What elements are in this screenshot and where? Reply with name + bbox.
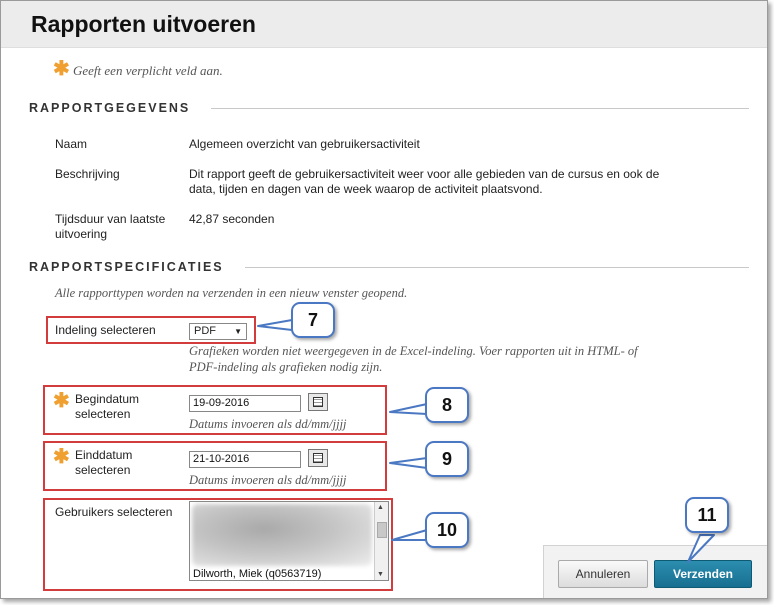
chevron-down-icon: ▼ (234, 327, 242, 336)
callout-11: 11 (685, 497, 729, 533)
scrollbar-thumb[interactable] (377, 522, 387, 538)
section-divider (211, 108, 749, 109)
scroll-down-icon[interactable]: ▼ (377, 571, 384, 578)
required-asterisk-icon: ✱ (53, 58, 70, 80)
title-bar: Rapporten uitvoeren (1, 1, 767, 48)
description-line-1: Dit rapport geeft de gebruikersactivitei… (189, 167, 660, 181)
callout-9: 9 (425, 441, 469, 477)
format-select-value: PDF (194, 325, 216, 337)
end-date-label-line-1: Einddatum (75, 448, 133, 462)
start-date-label-line-1: Begindatum (75, 392, 140, 406)
name-label: Naam (55, 137, 88, 151)
scroll-up-icon[interactable]: ▲ (377, 504, 384, 511)
page-title: Rapporten uitvoeren (31, 11, 256, 37)
submit-button[interactable]: Verzenden (654, 560, 752, 588)
list-item[interactable]: Dilworth, Miek (q0563719) (193, 568, 321, 580)
start-date-input[interactable]: 19-09-2016 (189, 395, 301, 412)
required-asterisk-icon: ✱ (53, 446, 70, 468)
end-date-label-line-2: selecteren (75, 463, 131, 477)
calendar-icon[interactable] (308, 449, 328, 467)
format-hint-line-2: PDF-indeling als grafieken nodig zijn. (189, 360, 383, 374)
calendar-grid (313, 397, 323, 407)
format-hint-line-1: Grafieken worden niet weergegeven in de … (189, 344, 638, 358)
start-date-label-line-2: selecteren (75, 407, 131, 421)
cancel-button[interactable]: Annuleren (558, 560, 648, 588)
section-heading-report-details: RAPPORTGEGEVENS (29, 101, 191, 115)
duration-label-line-1: Tijdsduur van laatste (55, 212, 166, 226)
description-label: Beschrijving (55, 167, 120, 181)
specs-intro: Alle rapporttypen worden na verzenden in… (55, 286, 408, 300)
required-asterisk-icon: ✱ (53, 390, 70, 412)
duration-value: 42,87 seconden (189, 212, 275, 226)
blurred-user-names (192, 504, 372, 566)
format-select[interactable]: PDF ▼ (189, 323, 247, 340)
section-heading-report-specs: RAPPORTSPECIFICATIES (29, 260, 224, 274)
required-note: Geeft een verplicht veld aan. (73, 63, 223, 78)
calendar-icon[interactable] (308, 393, 328, 411)
report-window: Rapporten uitvoeren ✱ Geeft een verplich… (0, 0, 768, 599)
end-date-hint: Datums invoeren als dd/mm/jjjj (189, 473, 347, 487)
name-value: Algemeen overzicht van gebruikersactivit… (189, 137, 420, 151)
callout-10: 10 (425, 512, 469, 548)
description-line-2: data, tijden en dagen van de week waarop… (189, 182, 543, 196)
callout-7: 7 (291, 302, 335, 338)
callout-8: 8 (425, 387, 469, 423)
start-date-hint: Datums invoeren als dd/mm/jjjj (189, 417, 347, 431)
users-label: Gebruikers selecteren (55, 505, 173, 519)
format-label: Indeling selecteren (55, 323, 156, 337)
end-date-input[interactable]: 21-10-2016 (189, 451, 301, 468)
calendar-grid (313, 453, 323, 463)
section-divider (245, 267, 749, 268)
listbox-scrollbar[interactable]: ▲ ▼ (374, 502, 388, 580)
duration-label-line-2: uitvoering (55, 227, 108, 241)
users-listbox[interactable]: Dilworth, Miek (q0563719) ▲ ▼ (189, 501, 389, 581)
